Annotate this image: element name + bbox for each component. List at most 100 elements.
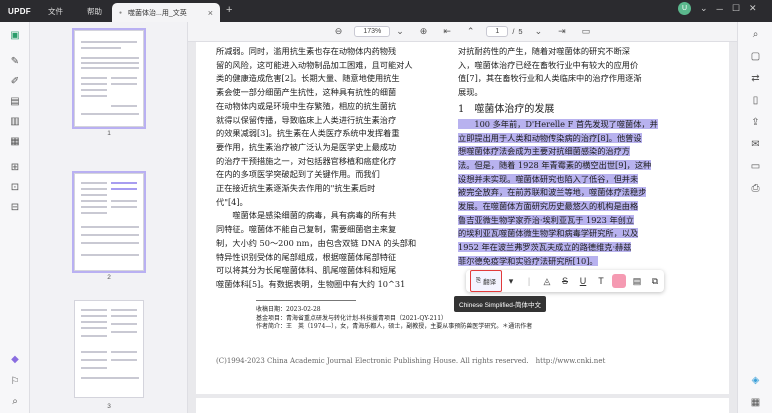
highlight-icon[interactable]: ◬ [538, 276, 556, 287]
thumbnail-number: 3 [107, 403, 111, 410]
page-tools-icon[interactable]: ⊡ [9, 182, 21, 194]
text-line: 类的健康造成危害[2]。长期大量、随意地使用抗生 [216, 73, 400, 84]
ai-assistant-icon[interactable]: ◈ [749, 374, 762, 387]
note-icon[interactable]: ▤ [628, 276, 646, 287]
zoom-in-icon[interactable]: ⊕ [420, 26, 428, 37]
page-thumbnail[interactable] [72, 28, 146, 129]
grid-icon[interactable]: ▦ [749, 396, 762, 409]
author-info: 作者简介：王 英（1974—），女，青海乐都人，硕士，副教授，主要从事预防兽医学… [256, 323, 533, 331]
zoom-out-icon[interactable]: ⊖ [335, 26, 343, 37]
text-line: 展现。 [458, 87, 483, 98]
save-icon[interactable]: ▭ [749, 160, 762, 173]
form-icon[interactable]: ▤ [9, 96, 21, 108]
text-line: 在内的多项医学突破起到了关键作用。而我们 [216, 169, 380, 180]
ai-icon[interactable]: ◆ [9, 354, 21, 366]
next-page-icon[interactable]: ⌄ [535, 26, 543, 37]
text-line: 噬菌体是感染细菌的病毒，具有病毒的所有共 [216, 210, 397, 221]
maximize-icon[interactable]: ☐ [732, 3, 740, 14]
search-icon[interactable]: ⌕ [749, 28, 762, 41]
selected-text-line[interactable]: 被完全放弃，在前苏联和波兰等地，噬菌体疗法稳步 [458, 187, 647, 198]
text-line: 留的风险，这可能进入动物制品加工困难，且可能对人 [216, 59, 413, 70]
last-page-icon[interactable]: ⇥ [558, 26, 566, 37]
email-icon[interactable]: ✉ [749, 138, 762, 151]
selected-text-line[interactable]: 设想并未实现。噬菌体研究也陷入了低谷，但并未 [458, 173, 639, 184]
window-controls: U ⌄ ─ ☐ ✕ [678, 2, 757, 15]
selected-text-line[interactable]: 100 多年前，D'Herelle F 首先发现了噬菌体，并 [458, 118, 658, 129]
page-separator: / [512, 27, 515, 36]
left-column: 所减弱。同时，滥用抗生素也存在动物体内药物残 留的风险，这可能进入动物制品加工困… [216, 45, 449, 292]
translate-button[interactable]: ⎘ 翻译 [470, 270, 502, 292]
document-viewport[interactable]: 所减弱。同时，滥用抗生素也存在动物体内药物残 留的风险，这可能进入动物制品加工困… [188, 42, 737, 413]
page-thumbnail[interactable] [72, 171, 146, 273]
chevron-down-icon[interactable]: ⌄ [396, 26, 404, 37]
attachment-icon[interactable]: ⌕ [9, 396, 21, 408]
organize-icon[interactable]: ▥ [9, 116, 21, 128]
presentation-icon[interactable]: ▭ [582, 26, 591, 37]
thumbnail-panel: 1 2 3 [30, 22, 188, 413]
text-line: 噬菌体科[5]。有数据表明，生物圈中有大约 10^31 [216, 278, 406, 289]
selected-text-line[interactable]: 的埃利亚瓦噬菌体微生物学和病毒学研究所，以及 [458, 228, 639, 239]
text-line: 代"[4]。 [216, 196, 248, 207]
strikethrough-icon[interactable]: S [556, 276, 574, 286]
thumbnail-number: 1 [107, 130, 111, 137]
protect-icon[interactable]: ⊟ [9, 202, 21, 214]
right-column: 对抗耐药性的产生，随着对噬菌体的研究不断深 入，噬菌体治疗已经在畜牧行业中有较大… [458, 45, 702, 269]
reader-icon[interactable]: ▣ [9, 30, 21, 42]
chevron-down-icon[interactable]: ⌄ [700, 3, 708, 14]
divider: | [527, 276, 531, 286]
page-number-input[interactable]: 1 [486, 26, 509, 37]
edit-icon[interactable]: ✐ [9, 76, 21, 88]
bookmark-icon[interactable]: ⚐ [9, 376, 21, 388]
selected-text-line[interactable]: 发展。在噬菌体方面研究历史最悠久的机构是由格 [458, 201, 639, 212]
protect-icon[interactable]: ▯ [749, 94, 762, 107]
comment-icon[interactable]: ✎ [9, 56, 21, 68]
print-icon[interactable]: ⎙ [749, 182, 762, 195]
share-icon[interactable]: ⇪ [749, 116, 762, 129]
ocr-icon[interactable]: ⊞ [9, 162, 21, 174]
text-line: 入，噬菌体治疗已经在畜牧行业中有较大的应用价 [458, 59, 639, 70]
text-icon[interactable]: T [592, 276, 610, 286]
fit-page-icon[interactable]: ⇤ [443, 26, 451, 37]
menu-file[interactable]: 文件 [36, 6, 75, 17]
left-tool-rail: ▣ ✎ ✐ ▤ ▥ ▦ ⊞ ⊡ ⊟ ◆ ⚐ ⌕ [0, 22, 30, 413]
selected-text-line[interactable]: 菲尔德免疫学和实验疗法研究所[10]。 [458, 255, 598, 266]
text-line: 值[7]，其在畜牧行业和人类临床中的治疗作用逐渐 [458, 73, 642, 84]
text-line: 同特征。噬菌体不能自己复制，需要细菌宿主来复 [216, 224, 397, 235]
add-tab-icon[interactable]: + [226, 4, 232, 16]
selected-text-line[interactable]: 鲁吉亚微生物学家乔治·埃利亚瓦于 1923 年创立 [458, 214, 635, 225]
funding-info: 基金项目：青海省重点研发与转化计划-科技援青项目（2021-QY-211） [256, 314, 448, 322]
page-total: 5 [518, 27, 523, 36]
view-toolbar: ⊖ 173% ⌄ ⊕ ⇤ ⌃ 1 / 5 ⌄ ⇥ ▭ [188, 22, 737, 42]
text-line: 在动物体内或是环境中生存繁殖，相应的抗生菌抗 [216, 100, 397, 111]
selected-text-line[interactable]: 法。但是，随着 1928 年青霉素的横空出世[9]，这种 [458, 159, 652, 170]
minimize-icon[interactable]: ─ [717, 4, 723, 14]
selected-text-line[interactable]: 想噬菌体疗法会成为主要对抗细菌感染的治疗方 [458, 146, 630, 157]
page-thumbnail[interactable] [74, 300, 144, 398]
avatar[interactable]: U [678, 2, 691, 15]
app-logo: UPDF [8, 6, 31, 16]
section-heading: 1 噬菌体治疗的发展 [458, 103, 555, 115]
convert-icon[interactable]: ⇄ [749, 72, 762, 85]
text-line: 可以将其分为长尾噬菌体科、肌尾噬菌体科和短尾 [216, 265, 397, 276]
document-tab[interactable]: ● 噬菌体治...用_文英 × [112, 3, 220, 22]
text-line: 特异性识别受体的尾部组成，根据噬菌体尾部特征 [216, 251, 397, 262]
selected-text-line[interactable]: 立即提出用于人类和动物传染病的治疗[8]。他曾设 [458, 132, 642, 143]
close-icon[interactable]: × [208, 8, 213, 18]
menu-help[interactable]: 帮助 [75, 6, 114, 17]
copy-icon[interactable]: ⧉ [646, 276, 664, 287]
translate-icon: ⎘ [475, 277, 482, 284]
selection-toolbar: ⎘ 翻译 ▾ | ◬ S U T ▤ ⧉ [466, 270, 664, 292]
language-tooltip: Chinese Simplified-简体中文 [454, 296, 546, 312]
copyright-line: (C)1994-2023 China Academic Journal Elec… [216, 357, 606, 365]
selected-text-line[interactable]: 1952 年在波兰弗罗茨瓦夫成立的路德维克·赫兹 [458, 242, 632, 253]
chevron-down-icon[interactable]: ▾ [502, 276, 520, 287]
underline-icon[interactable]: U [574, 276, 592, 286]
ocr-icon[interactable]: ▢ [749, 50, 762, 63]
fill-sign-icon[interactable]: ▦ [9, 136, 21, 148]
zoom-select[interactable]: 173% [354, 26, 391, 37]
right-tool-rail: ⌕ ▢ ⇄ ▯ ⇪ ✉ ▭ ⎙ ◈ ▦ [737, 22, 772, 413]
prev-page-icon[interactable]: ⌃ [467, 26, 475, 37]
close-window-icon[interactable]: ✕ [749, 3, 757, 14]
color-swatch-icon[interactable] [612, 274, 626, 288]
text-line: 素会使一部分细菌产生抗性，这种具有抗性的细菌 [216, 87, 397, 98]
